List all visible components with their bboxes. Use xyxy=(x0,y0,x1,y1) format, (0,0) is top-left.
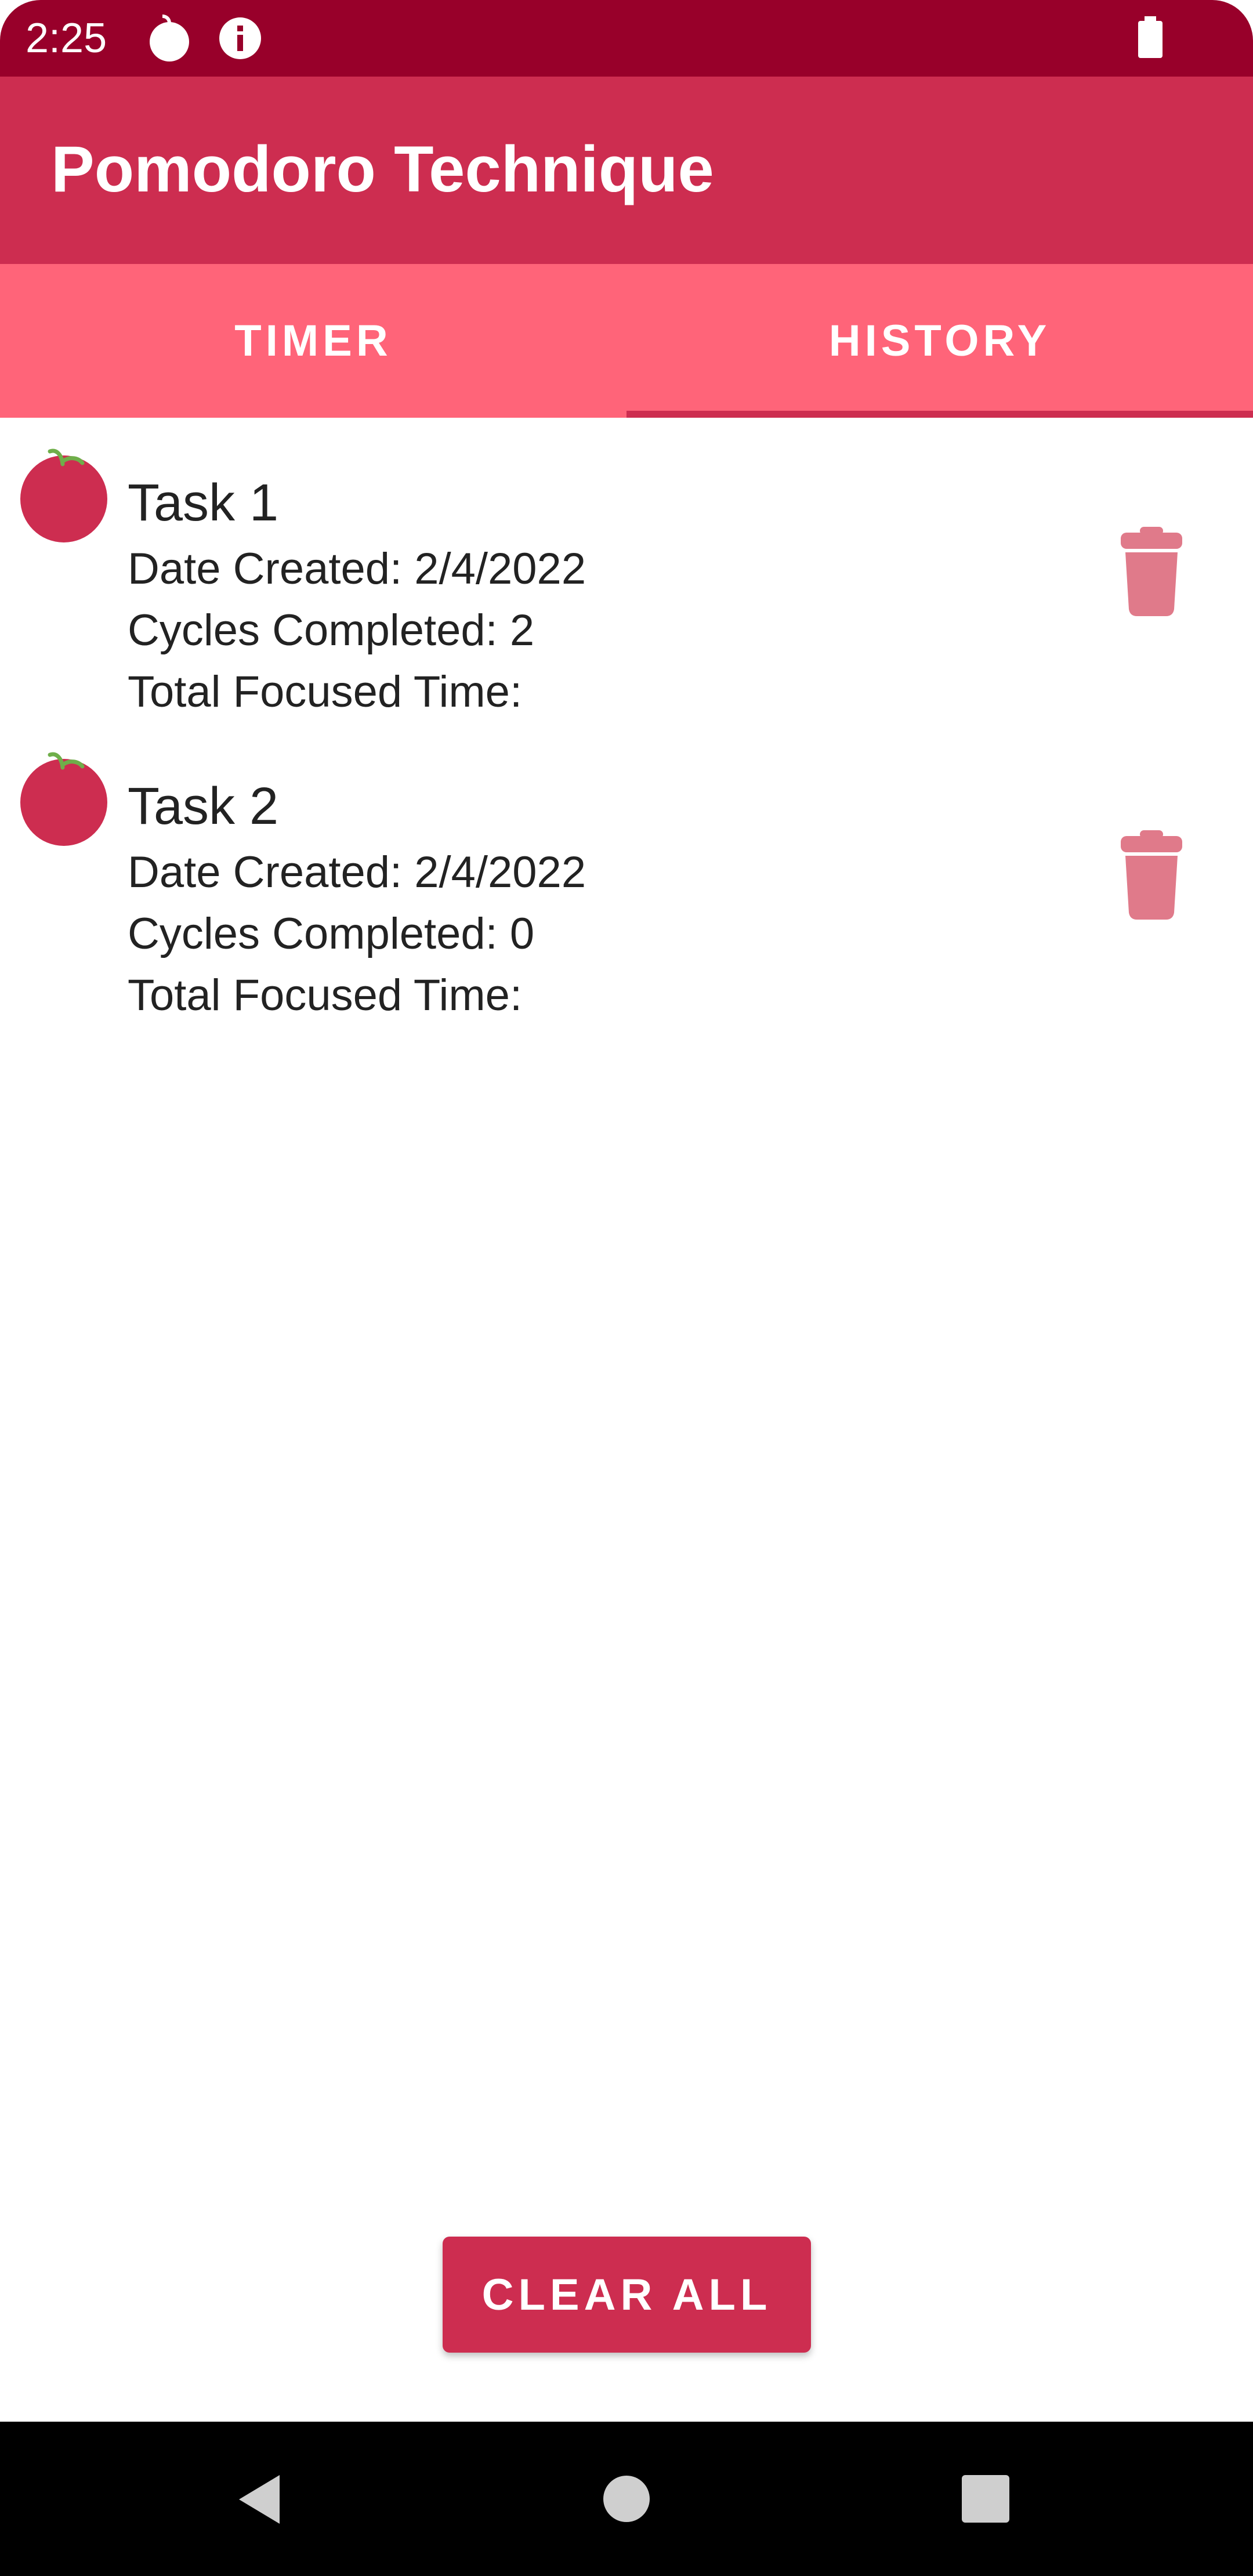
tab-timer[interactable]: TIMER xyxy=(0,264,626,418)
tab-bar: TIMER HISTORY xyxy=(0,264,1253,418)
task-date-created: Date Created: 2/4/2022 xyxy=(128,544,586,594)
system-nav-bar xyxy=(0,2422,1253,2576)
trash-icon xyxy=(1121,830,1182,920)
back-icon[interactable] xyxy=(232,2470,290,2528)
clear-all-button[interactable]: CLEAR ALL xyxy=(443,2237,811,2353)
delete-task-button[interactable] xyxy=(1114,826,1189,924)
tomato-icon xyxy=(17,441,110,545)
tomato-icon xyxy=(17,744,110,849)
info-icon xyxy=(217,14,263,66)
tomato-notification-icon xyxy=(146,14,193,66)
app-bar: Pomodoro Technique xyxy=(0,77,1253,264)
delete-task-button[interactable] xyxy=(1114,522,1189,621)
status-bar: 2:25 xyxy=(0,0,1253,77)
list-item[interactable]: Task 2 Date Created: 2/4/2022 Cycles Com… xyxy=(0,721,1253,1020)
task-total-focused-time: Total Focused Time: xyxy=(128,667,523,717)
tab-history[interactable]: HISTORY xyxy=(626,264,1253,418)
task-cycles-completed: Cycles Completed: 2 xyxy=(128,606,535,655)
page-title: Pomodoro Technique xyxy=(51,133,714,205)
task-date-created: Date Created: 2/4/2022 xyxy=(128,848,586,897)
battery-icon xyxy=(1136,14,1165,66)
home-icon[interactable] xyxy=(600,2473,653,2525)
tab-selected-indicator xyxy=(626,411,1253,418)
recents-icon[interactable] xyxy=(961,2474,1011,2524)
list-item[interactable]: Task 1 Date Created: 2/4/2022 Cycles Com… xyxy=(0,418,1253,717)
task-total-focused-time: Total Focused Time: xyxy=(128,971,523,1020)
trash-icon xyxy=(1121,527,1182,616)
task-name: Task 2 xyxy=(128,777,279,835)
task-details: Task 2 Date Created: 2/4/2022 Cycles Com… xyxy=(128,775,586,1026)
task-details: Task 1 Date Created: 2/4/2022 Cycles Com… xyxy=(128,471,586,723)
status-time: 2:25 xyxy=(26,15,107,61)
task-name: Task 1 xyxy=(128,474,279,532)
task-cycles-completed: Cycles Completed: 0 xyxy=(128,909,535,958)
